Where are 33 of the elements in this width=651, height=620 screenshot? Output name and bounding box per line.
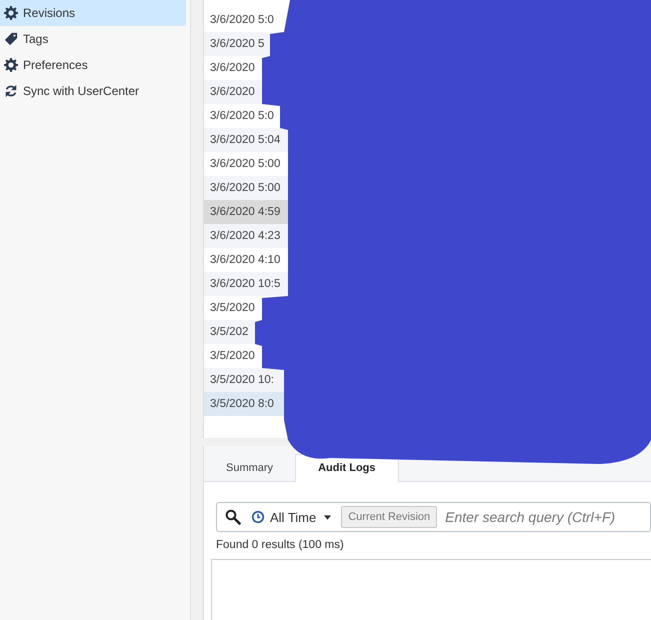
revision-date[interactable]: 3/5/2020 10: — [210, 373, 274, 387]
revision-date[interactable]: 3/6/2020 5:04 — [210, 133, 280, 147]
sidebar-item[interactable]: Tags — [0, 26, 186, 52]
sidebar-item[interactable]: Sync with UserCenter — [0, 78, 186, 104]
gear-icon — [4, 58, 18, 72]
sidebar-item[interactable]: Revisions — [0, 0, 186, 26]
revision-date[interactable]: 3/6/2020 5 — [210, 37, 264, 51]
gear-icon — [4, 6, 18, 20]
revision-date[interactable]: 3/5/2020 — [210, 349, 255, 363]
time-filter-dropdown[interactable]: All Time — [247, 510, 336, 524]
revision-date[interactable]: 3/6/2020 4:10 — [210, 253, 280, 267]
sync-icon — [4, 84, 18, 98]
result-summary: Found 0 results (100 ms) — [216, 539, 345, 551]
tab[interactable]: Summary — [204, 455, 296, 481]
revision-date[interactable]: 3/6/2020 — [210, 61, 255, 75]
revision-date[interactable]: 3/6/2020 4:23 — [210, 229, 280, 243]
caret-icon — [324, 514, 332, 520]
revision-date[interactable]: 3/6/2020 5:00 — [210, 157, 280, 171]
search-field[interactable]: All Time Current Revision Enter search query (Ctrl+F) — [216, 502, 651, 532]
revision-date[interactable]: 3/6/2020 4:59 — [210, 205, 280, 219]
revision-date[interactable]: 3/5/2020 8:0 — [210, 397, 274, 411]
current-revision-button[interactable]: Current Revision — [341, 506, 438, 528]
tag-icon — [4, 32, 18, 46]
revision-date[interactable]: 3/6/2020 10:5 — [210, 277, 280, 291]
revision-date[interactable]: 3/5/2020 — [210, 301, 255, 315]
revision-date[interactable]: 3/6/2020 5:00 — [210, 181, 280, 195]
search-icon[interactable] — [225, 509, 241, 525]
revision-date[interactable]: 3/6/2020 5:0 — [210, 109, 274, 123]
clock-icon — [251, 510, 265, 524]
revision-date[interactable]: 3/5/202 — [210, 325, 248, 339]
revision-date[interactable]: 3/6/2020 — [210, 85, 255, 99]
sidebar-item[interactable]: Preferences — [0, 52, 186, 78]
revision-date[interactable]: 3/6/2020 5:0 — [210, 13, 274, 27]
